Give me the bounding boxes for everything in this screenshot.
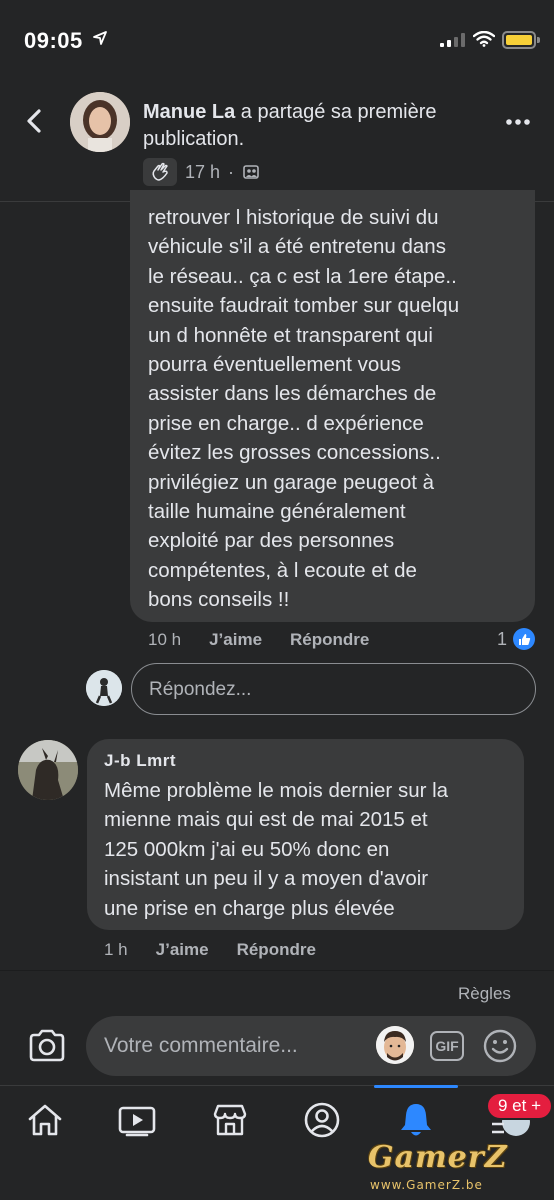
- reaction-count[interactable]: 1: [497, 628, 536, 650]
- active-tab-indicator: [374, 1085, 458, 1088]
- comment-line: insistant un peu il y a moyen d'avoir: [104, 867, 429, 891]
- reply-input[interactable]: Répondez...: [131, 663, 536, 715]
- comment-input[interactable]: Votre commentaire... GIF: [86, 1016, 536, 1076]
- like-button[interactable]: J’aime: [209, 630, 262, 650]
- comment-line: évitez les grosses concessions..: [148, 441, 441, 465]
- back-arrow-icon[interactable]: [22, 106, 48, 136]
- rules-link[interactable]: Règles: [458, 984, 511, 1004]
- comment-line: une prise en charge plus élevée: [104, 896, 395, 920]
- watermark-logo: GamerZ: [368, 1140, 508, 1175]
- comment-line: prise en charge.. d expérience: [148, 411, 424, 435]
- commenter-avatar[interactable]: [18, 740, 78, 800]
- comment-line: le réseau.. ça c est la 1ere étape..: [148, 264, 457, 288]
- emoji-icon[interactable]: [482, 1028, 518, 1064]
- comment-text: retrouver l historique de suivi du véhic…: [148, 203, 533, 615]
- status-bar: 09:05: [0, 0, 554, 80]
- comment-line: un d honnête et transparent qui: [148, 323, 433, 347]
- video-icon: [118, 1106, 156, 1137]
- profile-icon: [304, 1102, 340, 1138]
- tab-notifications[interactable]: [396, 1100, 436, 1140]
- post-timestamp: 17 h: [185, 161, 221, 182]
- comment-text: Même problème le mois dernier sur la mie…: [104, 776, 514, 923]
- comment-line: compétentes, à l ecoute et de: [148, 558, 417, 582]
- comment-line: exploité par des personnes: [148, 529, 395, 553]
- comment-line: 125 000km j'ai eu 50% donc en: [104, 837, 390, 861]
- post-header: Manue La a partagé sa première publicati…: [0, 80, 554, 202]
- clock: 09:05: [24, 28, 83, 53]
- meta-separator: ·: [228, 161, 235, 182]
- signal-icon: [440, 33, 465, 47]
- comment-time: 10 h: [148, 630, 182, 649]
- commenter-name[interactable]: J-b Lmrt: [104, 751, 176, 771]
- location-arrow-icon: [93, 31, 107, 45]
- group-audience-icon: [243, 165, 259, 179]
- comment-line: mienne mais qui est de mai 2015 et: [104, 808, 428, 832]
- comment-placeholder: Votre commentaire...: [104, 1034, 298, 1057]
- like-count: 1: [497, 628, 508, 649]
- notification-badge: 9 et +: [486, 1092, 554, 1120]
- comment-line: bons conseils !!: [148, 588, 290, 612]
- wave-hand-icon[interactable]: [143, 158, 177, 186]
- comment-line: assister dans les démarches de: [148, 382, 437, 406]
- thumbs-up-icon: [513, 628, 536, 650]
- user-avatar: [86, 670, 122, 706]
- wifi-icon: [473, 31, 495, 47]
- home-icon: [28, 1104, 62, 1136]
- marketplace-icon: [213, 1104, 247, 1136]
- tab-home[interactable]: [25, 1100, 65, 1140]
- comment-line: taille humaine généralement: [148, 500, 406, 524]
- watermark-url: www.GamerZ.be: [370, 1178, 483, 1192]
- tab-video[interactable]: [117, 1100, 157, 1140]
- tab-profile[interactable]: [302, 1100, 342, 1140]
- comment-line: retrouver l historique de suivi du: [148, 206, 439, 229]
- like-button[interactable]: J’aime: [156, 940, 209, 960]
- avatar-sticker-icon[interactable]: [376, 1026, 414, 1064]
- bell-icon: [401, 1104, 431, 1136]
- reply-placeholder: Répondez...: [149, 679, 252, 700]
- reply-button[interactable]: Répondre: [237, 940, 316, 960]
- comment-line: Même problème le mois dernier sur la: [104, 779, 449, 802]
- battery-icon: [502, 31, 540, 49]
- comment-actions: 1 h J’aime Répondre: [104, 940, 316, 960]
- more-options-icon[interactable]: [505, 118, 531, 126]
- post-title: Manue La a partagé sa première publicati…: [143, 99, 473, 153]
- tab-marketplace[interactable]: [210, 1100, 250, 1140]
- comment-line: ensuite faudrait tomber sur quelqu: [148, 294, 460, 318]
- comment-time: 1 h: [104, 940, 128, 959]
- comment-actions: 10 h J’aime Répondre: [148, 630, 369, 650]
- post-meta: 17 h ·: [143, 158, 260, 186]
- reply-button[interactable]: Répondre: [290, 630, 369, 650]
- camera-icon[interactable]: [27, 1028, 67, 1064]
- comment-line: véhicule s'il a été entretenu dans: [148, 235, 446, 259]
- comment-line: pourra éventuellement vous: [148, 353, 401, 377]
- author-avatar[interactable]: [70, 92, 130, 152]
- author-name[interactable]: Manue La: [143, 101, 235, 123]
- gif-button[interactable]: GIF: [430, 1031, 464, 1061]
- comment-line: privilégiez un garage peugeot à: [148, 470, 435, 494]
